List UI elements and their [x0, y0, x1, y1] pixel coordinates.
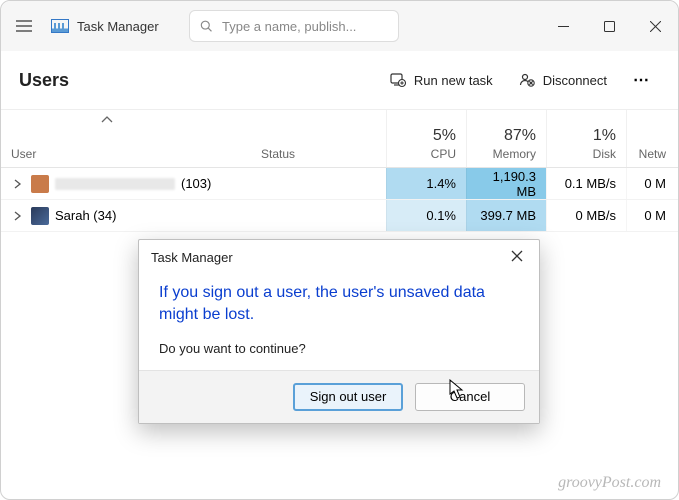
dialog-titlebar: Task Manager	[139, 240, 539, 274]
cell-cpu: 0.1%	[386, 200, 466, 231]
dialog-warning-text: If you sign out a user, the user's unsav…	[159, 282, 519, 327]
col-header-status[interactable]: Status	[251, 110, 386, 167]
table-row[interactable]: Sarah (34) 0.1% 399.7 MB 0 MB/s 0 M	[1, 200, 678, 232]
col-header-network[interactable]: Netw	[626, 110, 676, 167]
col-header-cpu[interactable]: 5% CPU	[386, 110, 466, 167]
maximize-icon	[604, 21, 615, 32]
username-redacted	[55, 178, 175, 190]
expand-row-button[interactable]	[11, 211, 25, 221]
run-new-task-button[interactable]: Run new task	[380, 66, 503, 94]
search-box[interactable]	[189, 10, 399, 42]
table-row[interactable]: (103) 1.4% 1,190.3 MB 0.1 MB/s 0 M	[1, 168, 678, 200]
disconnect-button[interactable]: Disconnect	[509, 66, 617, 94]
cell-disk: 0 MB/s	[546, 200, 626, 231]
col-header-user[interactable]: User	[1, 110, 251, 167]
disconnect-icon	[519, 72, 535, 88]
cell-memory: 1,190.3 MB	[466, 168, 546, 199]
cell-status	[251, 200, 386, 231]
hamburger-icon	[16, 20, 32, 32]
dialog-close-button[interactable]	[507, 246, 527, 269]
titlebar: Task Manager	[1, 1, 678, 51]
avatar	[31, 207, 49, 225]
signout-confirm-dialog: Task Manager If you sign out a user, the…	[138, 239, 540, 424]
cell-memory: 399.7 MB	[466, 200, 546, 231]
dialog-title-text: Task Manager	[151, 250, 233, 265]
chevron-right-icon	[14, 211, 22, 221]
cell-status	[251, 168, 386, 199]
expand-row-button[interactable]	[11, 179, 25, 189]
dialog-prompt-text: Do you want to continue?	[159, 341, 519, 356]
hamburger-menu-button[interactable]	[1, 1, 47, 51]
cancel-button[interactable]: Cancel	[415, 383, 525, 411]
app-title: Task Manager	[77, 19, 159, 34]
chevron-right-icon	[14, 179, 22, 189]
cell-cpu: 1.4%	[386, 168, 466, 199]
minimize-icon	[558, 21, 569, 32]
maximize-button[interactable]	[586, 1, 632, 51]
toolbar: Users Run new task Disconnect ⋯	[1, 51, 678, 109]
username: Sarah (34)	[55, 208, 116, 223]
watermark: groovyPost.com	[558, 474, 661, 492]
cell-network: 0 M	[626, 200, 676, 231]
table-header-row: User Status 5% CPU 87% Memory 1% Disk	[1, 110, 678, 168]
sort-indicator-icon	[101, 116, 113, 124]
search-input[interactable]	[222, 19, 388, 34]
section-title: Users	[19, 70, 69, 91]
more-options-button[interactable]: ⋯	[623, 64, 660, 96]
close-icon	[650, 21, 661, 32]
col-header-memory[interactable]: 87% Memory	[466, 110, 546, 167]
app-icon	[51, 19, 69, 33]
disconnect-label: Disconnect	[543, 73, 607, 88]
cell-disk: 0.1 MB/s	[546, 168, 626, 199]
signout-user-button[interactable]: Sign out user	[293, 383, 403, 411]
window-controls	[540, 1, 678, 51]
col-header-disk[interactable]: 1% Disk	[546, 110, 626, 167]
close-button[interactable]	[632, 1, 678, 51]
avatar	[31, 175, 49, 193]
close-icon	[511, 250, 523, 262]
run-new-task-label: Run new task	[414, 73, 493, 88]
search-icon	[200, 19, 212, 33]
user-process-count: (103)	[181, 176, 211, 191]
run-task-icon	[390, 72, 406, 88]
cell-network: 0 M	[626, 168, 676, 199]
minimize-button[interactable]	[540, 1, 586, 51]
